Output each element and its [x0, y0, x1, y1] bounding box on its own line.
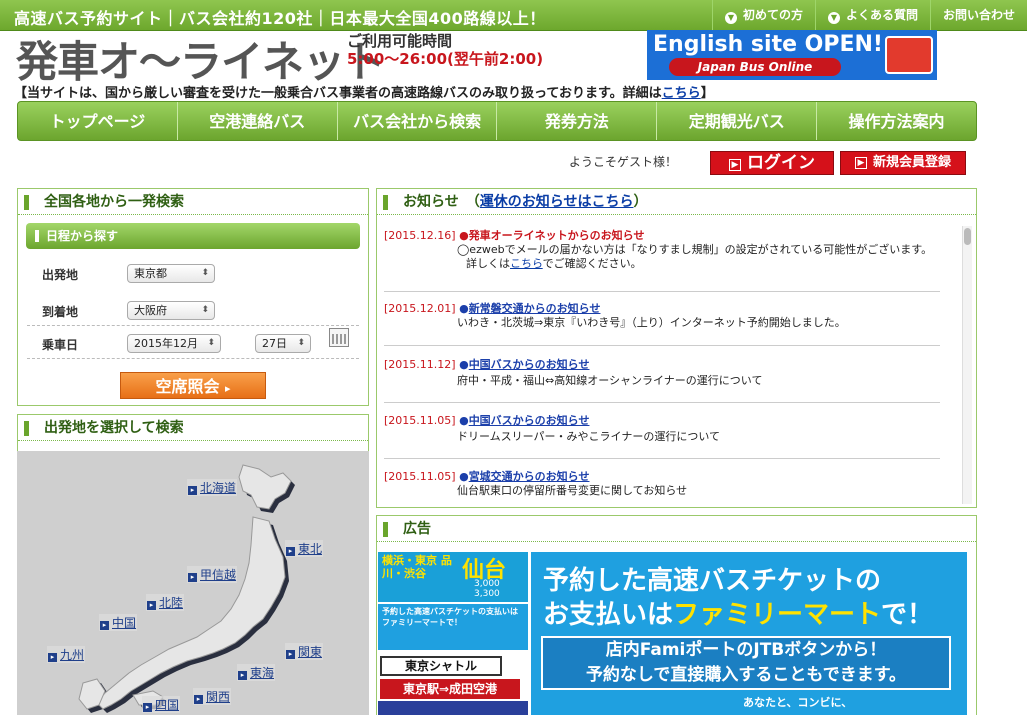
news-scrollbar[interactable] — [962, 226, 972, 504]
main-nav: トップページ 空港連絡バス バス会社から検索 発券方法 定期観光バス 操作方法案… — [17, 101, 977, 141]
english-banner-title: English site OPEN! — [653, 32, 883, 57]
divider — [27, 325, 359, 326]
news-item: [2015.12.01] ●新常磐交通からのお知らせ いわき・北茨城⇒東京『いわ… — [384, 302, 940, 346]
divider — [384, 402, 940, 403]
tokyo-shuttle-ad[interactable]: 東京シャトル — [380, 656, 502, 676]
chevron-right-icon: ▸ — [286, 547, 295, 556]
service-suspension-link[interactable]: 運休のお知らせはこちら — [480, 194, 634, 210]
english-site-banner[interactable]: English site OPEN! Japan Bus Online — [647, 30, 937, 80]
region-tohoku[interactable]: ▸ 東北 — [285, 540, 324, 557]
arrow-right-icon: ▶ — [729, 159, 741, 171]
seat-search-button[interactable]: 空席照会 ▸ — [120, 372, 266, 399]
nav-how-to[interactable]: 操作方法案内 — [817, 102, 976, 140]
arrow-right-icon: ▶ — [854, 157, 867, 169]
service-hours: ご利用可能時間 5:00〜26:00(翌午前2:00) — [347, 32, 543, 68]
first-time-link[interactable]: ▼ 初めての方 — [711, 0, 815, 31]
contact-link[interactable]: お問い合わせ — [929, 0, 1027, 31]
welcome-text: ようこそゲスト様！ — [569, 155, 678, 169]
region-tokai[interactable]: ▸ 東海 — [237, 664, 276, 681]
english-banner-subtitle: Japan Bus Online — [669, 58, 841, 76]
chevron-down-icon: ▼ — [827, 12, 840, 24]
news-title[interactable]: 新常磐交通からのお知らせ — [469, 302, 601, 315]
famima-payment-ad[interactable]: 予約した高速バスチケットの お支払いはファミリーマートで！ 店内Famiポートの… — [531, 552, 967, 715]
nav-sightseeing-bus[interactable]: 定期観光バス — [657, 102, 818, 140]
site-logo[interactable]: 発車オ〜ライネット — [16, 27, 386, 89]
news-title[interactable]: 中国バスからのお知らせ — [469, 414, 590, 427]
date-label: 乗車日 — [42, 338, 79, 352]
departure-label: 出発地 — [42, 268, 79, 282]
calendar-icon[interactable] — [329, 328, 349, 347]
faq-link[interactable]: ▼ よくある質問 — [814, 0, 930, 31]
hours-value: 5:00〜26:00(翌午前2:00) — [347, 50, 544, 68]
divider — [384, 345, 940, 346]
news-item: [2015.11.05] ●宮城交通からのお知らせ 仙台駅東口の停留所番号変更に… — [384, 470, 688, 497]
chevron-right-icon: ▸ — [100, 621, 109, 630]
day-select[interactable]: 27日 — [255, 334, 311, 353]
nav-top-page[interactable]: トップページ — [18, 102, 178, 140]
divider — [27, 358, 359, 359]
month-select[interactable]: 2015年12月 — [127, 334, 221, 353]
chevron-right-icon: ▸ — [194, 695, 203, 704]
chevron-right-icon: ▸ — [188, 573, 197, 582]
news-title[interactable]: 宮城交通からのお知らせ — [469, 470, 590, 483]
details-link[interactable]: こちら — [510, 257, 543, 270]
login-button[interactable]: ▶ ログイン — [710, 151, 834, 175]
region-hokkaido[interactable]: ▸ 北海道 — [187, 479, 238, 496]
news-item: [2015.11.12] ●中国バスからのお知らせ 府中・平成・福山⇔高知線オー… — [384, 358, 940, 403]
region-shikoku[interactable]: ▸ 四国 — [142, 696, 181, 713]
arrow-right-icon: ▸ — [225, 382, 231, 395]
sendai-ad[interactable]: 横浜・東京 品川・渋谷 仙台 3,000 3,300 — [378, 552, 528, 602]
bus-icon — [885, 36, 933, 74]
ad-banner-left[interactable]: 横浜・東京 品川・渋谷 仙台 3,000 3,300 予約した高速バスチケットの… — [378, 552, 528, 715]
region-chugoku[interactable]: ▸ 中国 — [99, 614, 138, 631]
nav-ticketing[interactable]: 発券方法 — [497, 102, 658, 140]
search-panel-title: 全国各地から一発検索 — [18, 189, 368, 215]
chevron-right-icon: ▸ — [286, 650, 295, 659]
news-title[interactable]: 発車オーライネットからのお知らせ — [469, 229, 645, 242]
region-hokuriku[interactable]: ▸ 北陸 — [146, 594, 185, 611]
news-item: [2015.12.16] ●発車オーライネットからのお知らせ ◯ezwebでメー… — [384, 229, 940, 292]
region-kyushu[interactable]: ▸ 九州 — [47, 646, 86, 663]
top-links: ▼ 初めての方 ▼ よくある質問 お問い合わせ — [711, 0, 1027, 31]
nav-bus-company-search[interactable]: バス会社から検索 — [338, 102, 498, 140]
famima-small-ad[interactable]: 予約した高速バスチケットの支払いはファミリーマートで！ — [378, 604, 528, 650]
chevron-right-icon: ▸ — [238, 671, 247, 680]
chevron-right-icon: ▸ — [188, 486, 197, 495]
region-koshinetsu[interactable]: ▸ 甲信越 — [187, 566, 238, 583]
top-bar: 高速バス予約サイト｜バス会社約120社｜日本最大全国400路線以上！ ▼ 初めての… — [0, 0, 1027, 31]
news-panel-header: お知らせ （運休のお知らせはこちら） — [377, 189, 976, 215]
notice-details-link[interactable]: こちら — [662, 86, 701, 101]
map-panel-title: 出発地を選択して検索 — [18, 415, 368, 441]
region-kansai[interactable]: ▸ 関西 — [193, 688, 232, 705]
register-button[interactable]: ▶ 新規会員登録 — [840, 151, 966, 175]
news-item: [2015.11.05] ●中国バスからのお知らせ ドリームスリーパー・みやこラ… — [384, 414, 940, 459]
chevron-right-icon: ▸ — [147, 601, 156, 610]
arrival-select[interactable]: 大阪府 — [127, 301, 215, 320]
site-tagline: 高速バス予約サイト｜バス会社約120社｜日本最大全国400路線以上！ — [14, 9, 546, 28]
news-title[interactable]: 中国バスからのお知らせ — [469, 358, 590, 371]
arrival-label: 到着地 — [42, 305, 79, 319]
departure-select[interactable]: 東京都 — [127, 264, 215, 283]
ad-panel-title: 広告 — [377, 516, 976, 542]
scrollbar-thumb[interactable] — [964, 228, 971, 245]
narita-route-ad[interactable]: 東京駅⇒成田空港 — [380, 679, 520, 699]
japan-map[interactable]: ▸ 北海道 ▸ 東北 ▸ 甲信越 ▸ 北陸 ▸ 中国 ▸ 関東 ▸ 九州 ▸ 東海 ▸ 関西 ▸ 四… — [17, 451, 369, 715]
chevron-right-icon: ▸ — [48, 653, 57, 662]
chevron-right-icon: ▸ — [143, 703, 152, 712]
site-notice: 【当サイトは、国から厳しい審査を受けた一般乗合バス事業者の高速路線バスのみ取り扱… — [14, 86, 714, 101]
search-by-date-header: 日程から探す — [26, 223, 360, 249]
divider — [384, 291, 940, 292]
hours-label: ご利用可能時間 — [347, 32, 453, 50]
chevron-down-icon: ▼ — [724, 12, 737, 24]
nav-airport-bus[interactable]: 空港連絡バス — [178, 102, 338, 140]
divider — [384, 458, 940, 459]
ad-strip — [378, 701, 528, 715]
famiport-info-box: 店内FamiポートのJTBボタンから！ 予約なしで直接購入することもできます。 — [541, 636, 951, 690]
region-kanto[interactable]: ▸ 関東 — [285, 643, 324, 660]
